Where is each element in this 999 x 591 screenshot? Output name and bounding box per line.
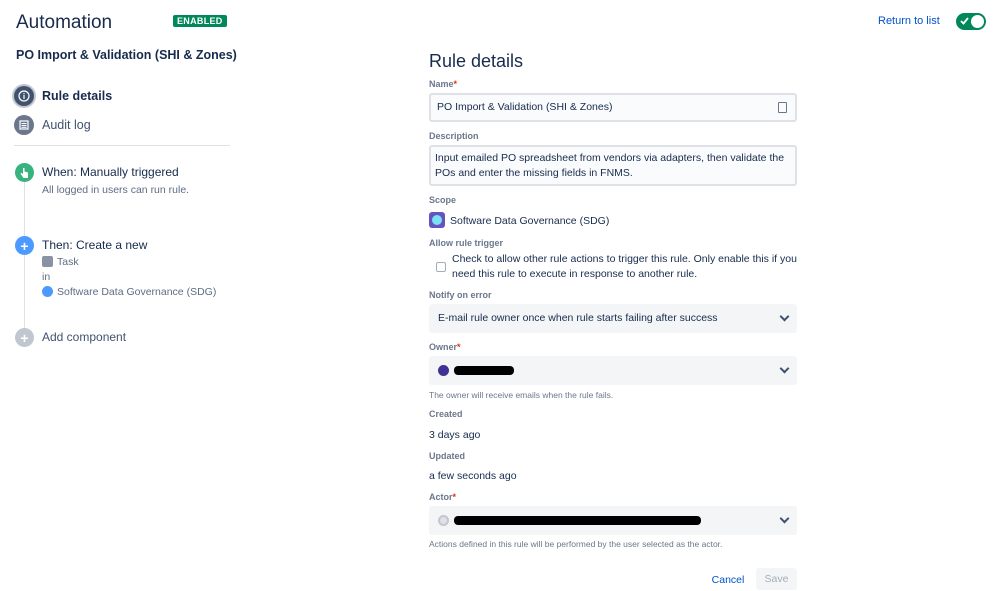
scope-label: Scope	[429, 195, 457, 205]
required-marker: *	[453, 79, 458, 89]
updated-value: a few seconds ago	[429, 470, 517, 482]
owner-hint: The owner will receive emails when the r…	[429, 390, 614, 400]
cancel-button[interactable]: Cancel	[706, 569, 750, 590]
created-label: Created	[429, 409, 463, 419]
rule-enabled-toggle[interactable]	[956, 13, 986, 30]
task-icon	[42, 256, 53, 267]
actor-label: Actor*	[429, 492, 456, 502]
name-input[interactable]: PO Import & Validation (SHI & Zones)	[429, 93, 797, 122]
redacted-actor-name	[454, 516, 701, 525]
actor-select[interactable]	[429, 506, 797, 535]
redacted-owner-name	[454, 366, 514, 375]
status-badge: ENABLED	[173, 15, 227, 27]
project-icon	[42, 286, 53, 297]
plus-icon: +	[15, 328, 34, 347]
notify-select-value: E-mail rule owner once when rule starts …	[438, 312, 718, 324]
allow-trigger-label: Allow rule trigger	[429, 238, 504, 248]
plus-icon: +	[15, 236, 34, 255]
checkmark-icon	[960, 17, 969, 25]
required-marker: *	[452, 492, 457, 502]
required-marker: *	[457, 342, 461, 352]
trigger-title: When: Manually triggered	[42, 165, 179, 179]
owner-select[interactable]	[429, 356, 797, 385]
return-to-list-link[interactable]: Return to list	[878, 15, 940, 27]
action-project: Software Data Governance (SDG)	[42, 286, 216, 298]
info-icon	[14, 86, 34, 106]
list-icon	[14, 115, 34, 135]
avatar	[438, 515, 449, 526]
action-title: Then: Create a new	[42, 238, 148, 252]
owner-label-text: Owner	[429, 342, 458, 352]
toggle-knob	[971, 15, 984, 28]
notify-select[interactable]: E-mail rule owner once when rule starts …	[429, 304, 797, 333]
allow-trigger-checkbox[interactable]	[436, 262, 446, 272]
trigger-subtitle: All logged in users can run rule.	[42, 184, 190, 196]
actor-hint: Actions defined in this rule will be per…	[429, 539, 723, 549]
actor-label-text: Actor	[429, 492, 453, 502]
add-component-label: Add component	[42, 330, 127, 344]
description-label: Description	[429, 131, 479, 141]
name-label: Name*	[429, 79, 457, 89]
allow-trigger-text: Check to allow other rule actions to tri…	[452, 253, 797, 280]
nav-audit-log[interactable]: Audit log	[14, 115, 91, 135]
avatar	[438, 365, 449, 376]
sidebar-divider	[14, 145, 230, 146]
page-title: Rule details	[429, 51, 524, 71]
project-avatar-icon	[429, 212, 445, 228]
chevron-down-icon	[779, 311, 790, 322]
nav-rule-details[interactable]: Rule details	[14, 86, 112, 106]
scope-value: Software Data Governance (SDG)	[429, 212, 609, 228]
description-textarea[interactable]: Input emailed PO spreadsheet from vendor…	[429, 145, 797, 186]
save-button[interactable]: Save	[756, 568, 797, 590]
nav-audit-log-label: Audit log	[42, 118, 91, 132]
name-label-text: Name	[429, 79, 454, 89]
action-issue-type-label: Task	[57, 256, 79, 268]
hand-pointer-icon	[15, 163, 34, 182]
nav-rule-details-label: Rule details	[42, 89, 113, 103]
created-value: 3 days ago	[429, 429, 481, 441]
action-issue-type: Task	[42, 256, 79, 268]
owner-label: Owner*	[429, 342, 461, 352]
component-connector-line	[24, 182, 25, 332]
updated-label: Updated	[429, 451, 465, 461]
rule-name: PO Import & Validation (SHI & Zones)	[16, 48, 237, 62]
clipboard-icon	[778, 102, 787, 113]
chevron-down-icon	[779, 363, 790, 374]
action-in-label: in	[42, 271, 51, 283]
action-project-label: Software Data Governance (SDG)	[57, 286, 217, 298]
name-input-value: PO Import & Validation (SHI & Zones)	[437, 101, 613, 113]
notify-label: Notify on error	[429, 290, 492, 300]
scope-value-text: Software Data Governance (SDG)	[450, 215, 610, 227]
app-title: Automation	[16, 12, 113, 33]
chevron-down-icon	[779, 513, 790, 524]
